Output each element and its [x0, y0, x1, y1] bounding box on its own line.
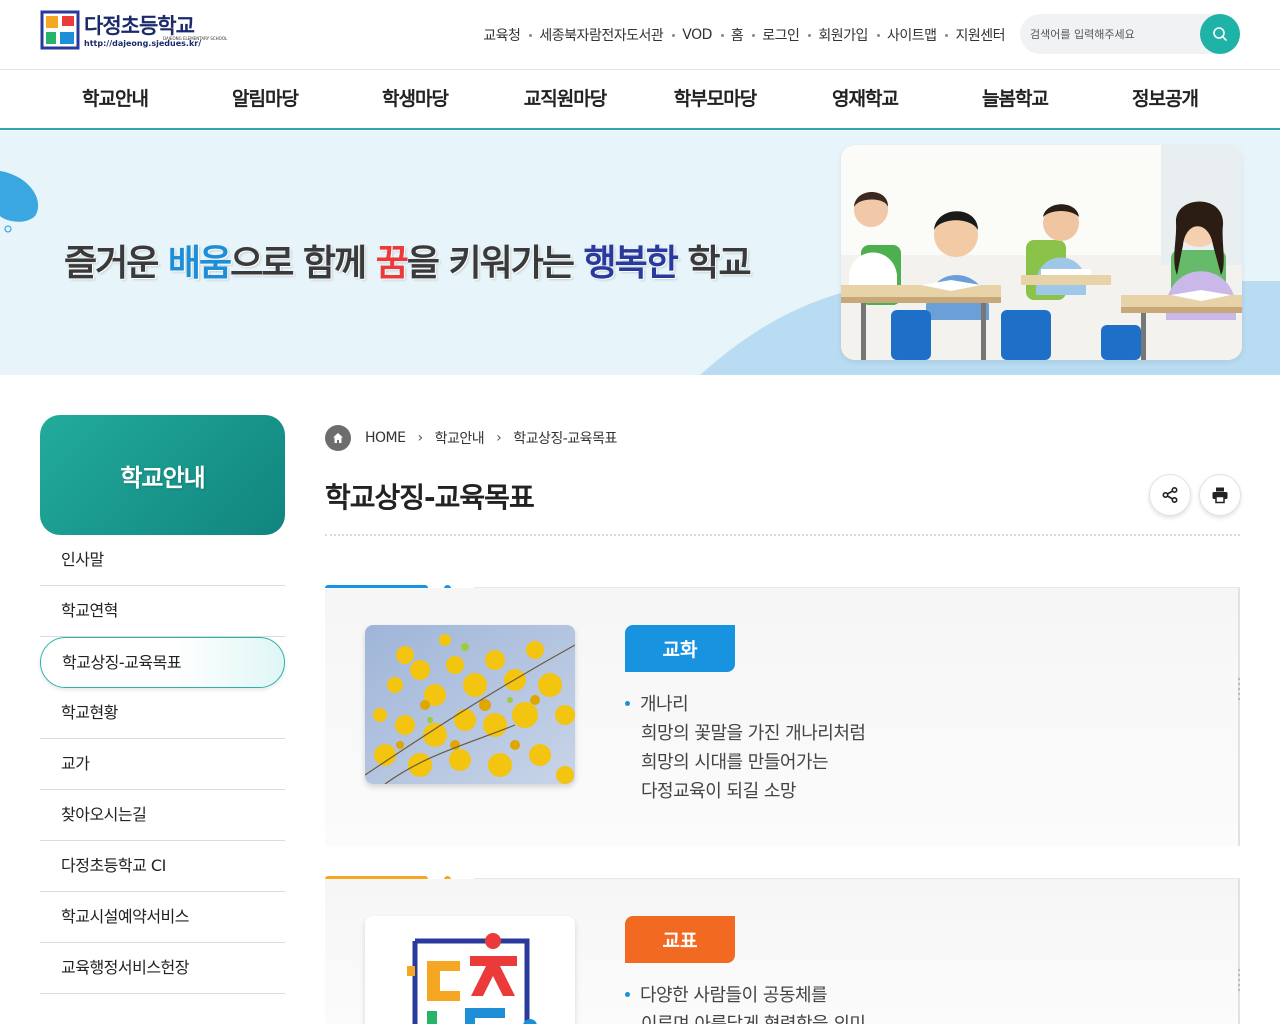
util-link-support[interactable]: 지원센터 — [955, 25, 1005, 45]
chevron-right-icon: › — [417, 430, 423, 446]
share-icon — [1162, 486, 1178, 504]
school-emblem-badge: 교표 — [625, 916, 735, 963]
search-input[interactable] — [1030, 14, 1200, 54]
slogan-part: 학교 — [676, 243, 751, 284]
banner-slogan: 즐거운 배움으로 함께 꿈을 키워가는 행복한 학교 — [64, 234, 752, 286]
emblem-desc-text: 다양한 사람들이 공동체를 — [640, 985, 828, 1006]
util-link-login[interactable]: 로그인 — [762, 25, 800, 45]
breadcrumb-home[interactable]: HOME — [365, 430, 406, 446]
lnb-item-greeting[interactable]: 인사말 — [40, 535, 285, 586]
search-box — [1020, 14, 1240, 54]
school-flower-badge: 교화 — [625, 625, 735, 672]
school-flower-description: 개나리 희망의 꽃말을 가진 개나리처럼 희망의 시대를 만들어가는 다정교육이… — [625, 690, 866, 806]
forsythia-image — [365, 625, 575, 784]
gnb-item-students[interactable]: 학생마당 — [340, 71, 490, 128]
home-icon[interactable] — [325, 425, 351, 451]
decorative-dots — [1238, 678, 1240, 700]
breadcrumb: HOME › 학교안내 › 학교상징-교육목표 — [325, 425, 617, 451]
gnb-item-school-info[interactable]: 학교안내 — [40, 71, 190, 128]
emblem-desc-line: 이루며 아름답게 협력함을 의미 — [625, 1010, 866, 1024]
search-button[interactable] — [1200, 14, 1240, 54]
separator-dot — [808, 33, 812, 37]
lnb-title: 학교안내 — [40, 415, 285, 535]
print-icon — [1212, 487, 1228, 504]
bullet-icon — [625, 700, 630, 706]
gnb-item-staff[interactable]: 교직원마당 — [490, 71, 640, 128]
school-flower-card: 교화 개나리 희망의 꽃말을 가진 개나리처럼 희망의 시대를 만들어가는 다정… — [325, 588, 1240, 846]
title-divider — [325, 534, 1240, 536]
gnb-item-gifted-school[interactable]: 영재학교 — [790, 71, 940, 128]
flower-desc-line: 희망의 꽃말을 가진 개나리처럼 — [641, 723, 866, 744]
share-button[interactable] — [1149, 474, 1191, 516]
school-emblem-card: 교표 다양한 사람들이 공동체를 이루며 아름답게 협력함을 의미 — [325, 879, 1240, 1024]
gnb-item-after-school[interactable]: 늘봄학교 — [940, 71, 1090, 128]
decorative-dots — [1238, 969, 1240, 991]
bullet-icon — [625, 991, 630, 997]
lnb-item-facility-reservation[interactable]: 학교시설예약서비스 — [40, 892, 285, 943]
banner-photo-students — [841, 145, 1242, 360]
top-bar: 다정초등학교 http://dajeong.sjedues.kr/ DAJEON… — [0, 0, 1280, 70]
slogan-part: 을 키워가는 — [406, 243, 584, 284]
lnb-item-school-song[interactable]: 교가 — [40, 739, 285, 790]
slogan-part: 으로 함께 — [230, 243, 376, 284]
lnb-item-ci[interactable]: 다정초등학교 CI — [40, 841, 285, 892]
breadcrumb-current[interactable]: 학교상징-교육목표 — [513, 428, 617, 448]
separator-dot — [945, 33, 949, 37]
lnb-item-history[interactable]: 학교연혁 — [40, 586, 285, 637]
separator-dot — [529, 33, 533, 37]
search-icon — [1213, 27, 1227, 41]
slogan-part: 즐거운 — [64, 243, 168, 284]
lnb-item-symbols-goals[interactable]: 학교상징-교육목표 — [40, 637, 285, 688]
util-link-signup[interactable]: 회원가입 — [818, 25, 868, 45]
school-emblem-logo — [365, 916, 575, 1024]
lnb-item-service-charter[interactable]: 교육행정서비스헌장 — [40, 943, 285, 994]
flower-name-line: 개나리 — [625, 690, 865, 719]
utility-links: 교육청 세종북자람전자도서관 VOD 홈 로그인 회원가입 사이트맵 지원센터 — [483, 25, 1005, 45]
main-visual-banner: 즐거운 배움으로 함께 꿈을 키워가는 행복한 학교 — [0, 131, 1280, 375]
gnb-item-parents[interactable]: 학부모마당 — [640, 71, 790, 128]
util-link-library[interactable]: 세종북자람전자도서관 — [539, 25, 663, 45]
school-logo[interactable]: 다정초등학교 http://dajeong.sjedues.kr/ DAJEON… — [40, 10, 227, 52]
logo-english-name: DAJEONG ELEMENTARY SCHOOL — [163, 36, 228, 41]
lnb-item-status[interactable]: 학교현황 — [40, 688, 285, 739]
separator-dot — [752, 33, 756, 37]
separator-dot — [720, 33, 724, 37]
school-emblem-image — [365, 916, 575, 1024]
slogan-highlight-dream: 꿈 — [375, 243, 409, 284]
flower-desc-line: 희망의 시대를 만들어가는 — [641, 752, 829, 773]
util-link-vod[interactable]: VOD — [682, 27, 712, 43]
gnb-item-public-info[interactable]: 정보공개 — [1090, 71, 1240, 128]
gnb-item-notice[interactable]: 알림마당 — [190, 71, 340, 128]
chevron-right-icon: › — [496, 430, 502, 446]
separator-dot — [672, 33, 676, 37]
util-link-sitemap[interactable]: 사이트맵 — [887, 25, 937, 45]
emblem-desc-line: 다양한 사람들이 공동체를 — [625, 981, 865, 1010]
util-link-home[interactable]: 홈 — [731, 25, 744, 45]
page-title: 학교상징-교육목표 — [325, 481, 535, 514]
students-photo-illustration — [841, 145, 1242, 360]
lnb-item-directions[interactable]: 찾아오시는길 — [40, 790, 285, 841]
school-emblem-description: 다양한 사람들이 공동체를 이루며 아름답게 협력함을 의미 — [625, 981, 866, 1024]
breadcrumb-section[interactable]: 학교안내 — [435, 428, 485, 448]
slogan-highlight-happy: 행복한 — [583, 243, 679, 284]
flower-desc-line: 다정교육이 되길 소망 — [641, 781, 796, 802]
house-icon — [333, 433, 343, 443]
slogan-highlight-learning: 배움 — [167, 243, 232, 284]
print-button[interactable] — [1199, 474, 1241, 516]
flower-name: 개나리 — [640, 694, 689, 715]
separator-dot — [876, 33, 880, 37]
school-emblem-icon — [40, 10, 80, 50]
forsythia-photo — [365, 625, 575, 784]
main-navigation: 학교안내 알림마당 학생마당 교직원마당 학부모마당 영재학교 늘봄학교 정보공… — [0, 71, 1280, 130]
util-link-edu-office[interactable]: 교육청 — [483, 25, 521, 45]
lnb-menu: 인사말 학교연혁 학교상징-교육목표 학교현황 교가 찾아오시는길 다정초등학교… — [40, 535, 285, 994]
